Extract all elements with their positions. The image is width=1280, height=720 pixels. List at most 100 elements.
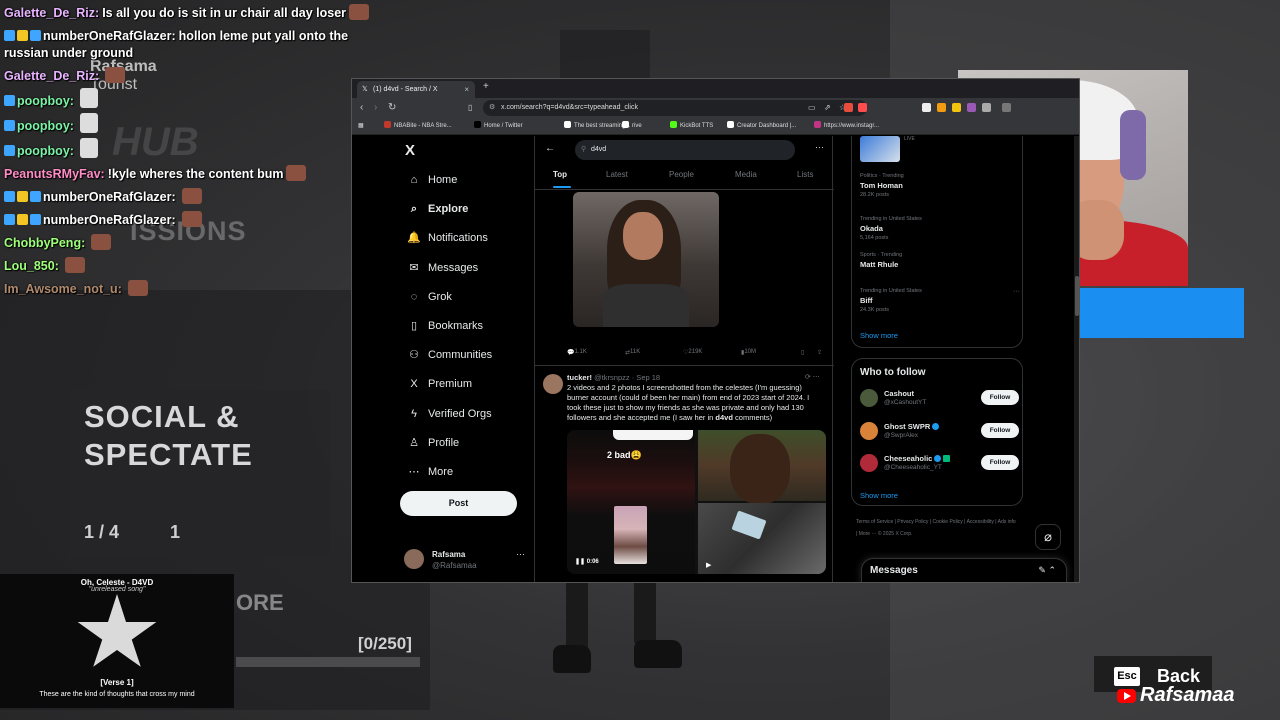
scrollbar-thumb[interactable] bbox=[1075, 276, 1079, 316]
text-input-bar[interactable] bbox=[236, 657, 420, 667]
follow-button[interactable]: Follow bbox=[981, 422, 1019, 438]
chat-username[interactable]: Galette_De_Riz: bbox=[4, 6, 99, 20]
nav-item-bookmarks[interactable]: ▯ Bookmarks bbox=[406, 316, 483, 336]
nav-item-home[interactable]: ⌂ Home bbox=[406, 170, 458, 190]
extension-icon[interactable] bbox=[937, 103, 946, 112]
bookmark-favicon-icon bbox=[814, 121, 821, 128]
chat-username[interactable]: numberOneRafGlazer: bbox=[43, 29, 176, 43]
chat-username[interactable]: PeanutsRMyFav: bbox=[4, 167, 105, 181]
bookmark-item[interactable]: Home / Twitter bbox=[474, 118, 523, 135]
trend-item[interactable]: Politics · Trending Tom Homan 28.2K posts bbox=[860, 173, 1020, 198]
trend-item[interactable]: Sports · Trending Matt Rhule bbox=[860, 252, 1020, 269]
tab-media[interactable]: Media bbox=[735, 170, 757, 179]
follow-button[interactable]: Follow bbox=[981, 390, 1019, 405]
share-icon[interactable]: ⇪ bbox=[817, 349, 822, 356]
chat-username[interactable]: poopboy: bbox=[17, 119, 74, 133]
follow-suggestion[interactable]: Ghost SWPR @SwprAlex Follow bbox=[860, 420, 1020, 444]
trend-item[interactable]: Trending in United States Okada 5,164 post… bbox=[860, 216, 1020, 241]
trend-item[interactable]: Trending in United States Biff 24.3K posts… bbox=[860, 288, 1020, 313]
reply-button[interactable]: 💬 1.1K bbox=[567, 349, 587, 356]
tab-top[interactable]: Top bbox=[553, 170, 567, 179]
bookmark-icon[interactable]: ▯ bbox=[801, 349, 804, 356]
avatar[interactable] bbox=[860, 389, 878, 407]
tweet-media-image[interactable] bbox=[573, 192, 719, 327]
compose-message-icon[interactable]: ✎ ⌃ bbox=[1038, 565, 1056, 576]
repost-button[interactable]: ⇄ 11K bbox=[625, 349, 640, 356]
messages-drawer[interactable]: Messages ✎ ⌃ bbox=[861, 558, 1067, 582]
extension-icon[interactable] bbox=[967, 103, 976, 112]
tweet-mention[interactable]: d4vd bbox=[715, 413, 733, 422]
more-icon[interactable]: ··· bbox=[516, 549, 525, 559]
bookmark-item[interactable]: https://www.instagr... bbox=[814, 118, 879, 135]
nav-item-explore[interactable]: ⌕ Explore bbox=[406, 199, 468, 219]
post-button[interactable]: Post bbox=[400, 491, 517, 516]
bookmark-item[interactable]: The best streaming... bbox=[564, 118, 630, 135]
chat-username[interactable]: ChobbyPeng: bbox=[4, 236, 85, 250]
reload-icon[interactable]: ↻ bbox=[388, 101, 396, 115]
tab-latest[interactable]: Latest bbox=[606, 170, 628, 179]
sidebar-icon[interactable] bbox=[1002, 103, 1011, 112]
nav-item-verified-orgs[interactable]: ϟ Verified Orgs bbox=[406, 404, 492, 424]
extension-icon[interactable] bbox=[844, 103, 853, 112]
forward-icon[interactable]: › bbox=[374, 101, 377, 115]
chat-username[interactable]: poopboy: bbox=[17, 94, 74, 108]
chat-username[interactable]: poopboy: bbox=[17, 144, 74, 158]
follow-suggestion[interactable]: Cashout @xCashoutYT Follow bbox=[860, 387, 1020, 411]
chat-username[interactable]: Galette_De_Riz: bbox=[4, 69, 99, 83]
nav-item-notifications[interactable]: 🔔 Notifications bbox=[406, 228, 488, 248]
more-icon[interactable]: ⟳ ⋯ bbox=[805, 373, 820, 381]
social-spectate-panel[interactable]: SOCIAL & SPECTATE 1 / 4 1 bbox=[70, 390, 330, 558]
screen-icon[interactable]: ▭ bbox=[808, 101, 816, 115]
x-logo-icon[interactable]: X bbox=[405, 142, 415, 159]
close-icon[interactable]: × bbox=[464, 81, 469, 98]
tweet-author[interactable]: tucker! bbox=[567, 373, 592, 382]
back-arrow-icon[interactable]: ← bbox=[545, 143, 555, 154]
extension-icon[interactable] bbox=[858, 103, 867, 112]
new-tab-button[interactable]: + bbox=[483, 81, 489, 92]
account-switcher[interactable]: Rafsama @Rafsamaa ··· bbox=[404, 547, 529, 573]
avatar[interactable] bbox=[860, 421, 878, 440]
chat-username[interactable]: numberOneRafGlazer: bbox=[43, 213, 176, 227]
tab-x-search[interactable]: 𝕏 (1) d4vd - Search / X × bbox=[357, 81, 475, 98]
grok-icon[interactable]: ⌀ bbox=[1035, 524, 1061, 550]
show-more-link[interactable]: Show more bbox=[860, 331, 898, 340]
live-thumbnail[interactable] bbox=[860, 136, 900, 162]
footer-links[interactable]: Terms of Service | Privacy Policy | Cook… bbox=[856, 516, 1016, 540]
media-video[interactable]: ▶ bbox=[698, 503, 826, 574]
bookmark-icon[interactable]: ▯ bbox=[468, 101, 472, 115]
apps-icon[interactable]: ▦ bbox=[358, 118, 364, 135]
search-input[interactable]: ⚲ d4vd bbox=[575, 140, 795, 160]
tab-lists[interactable]: Lists bbox=[797, 170, 813, 179]
bookmark-item[interactable]: rive bbox=[622, 118, 642, 135]
back-icon[interactable]: ‹ bbox=[360, 101, 363, 115]
nav-item-premium[interactable]: X Premium bbox=[406, 374, 472, 394]
extension-icon[interactable] bbox=[922, 103, 931, 112]
nav-item-more[interactable]: ⋯ More bbox=[406, 462, 454, 482]
avatar[interactable] bbox=[860, 454, 878, 472]
extensions-icon[interactable] bbox=[982, 103, 991, 112]
nav-item-grok[interactable]: ◌ Grok bbox=[406, 287, 452, 307]
extension-icon[interactable] bbox=[952, 103, 961, 112]
nav-item-communities[interactable]: ⚇ Communities bbox=[406, 345, 492, 365]
more-icon[interactable]: ··· bbox=[1013, 288, 1020, 295]
like-button[interactable]: ♡ 219K bbox=[683, 349, 702, 356]
chat-username[interactable]: Lou_850: bbox=[4, 259, 59, 273]
chat-username[interactable]: numberOneRafGlazer: bbox=[43, 190, 176, 204]
media-video[interactable]: 2 bad😩 ❚❚ 0:06 bbox=[567, 430, 695, 574]
nav-item-messages[interactable]: ✉ Messages bbox=[406, 258, 478, 278]
more-icon[interactable]: ··· bbox=[815, 142, 824, 152]
nav-item-profile[interactable]: ♙ Profile bbox=[406, 433, 459, 453]
media-photo[interactable] bbox=[698, 430, 826, 504]
follow-button[interactable]: Follow bbox=[981, 455, 1019, 470]
chat-username[interactable]: Im_Awsome_not_u: bbox=[4, 282, 122, 296]
avatar[interactable] bbox=[543, 374, 563, 394]
follow-suggestion[interactable]: Cheeseaholic @Cheeseaholic_YT Follow bbox=[860, 452, 1020, 476]
tab-people[interactable]: People bbox=[669, 170, 694, 179]
bookmark-item[interactable]: KickBot TTS bbox=[670, 118, 713, 135]
bookmark-item[interactable]: Creator Dashboard |... bbox=[727, 118, 796, 135]
views-button[interactable]: ▮ 10M bbox=[741, 349, 756, 356]
show-more-link[interactable]: Show more bbox=[860, 491, 898, 500]
bookmark-item[interactable]: NBABite - NBA Stre... bbox=[384, 118, 452, 135]
scrollbar[interactable] bbox=[1074, 136, 1079, 582]
share-icon[interactable]: ⇗ bbox=[824, 101, 831, 115]
